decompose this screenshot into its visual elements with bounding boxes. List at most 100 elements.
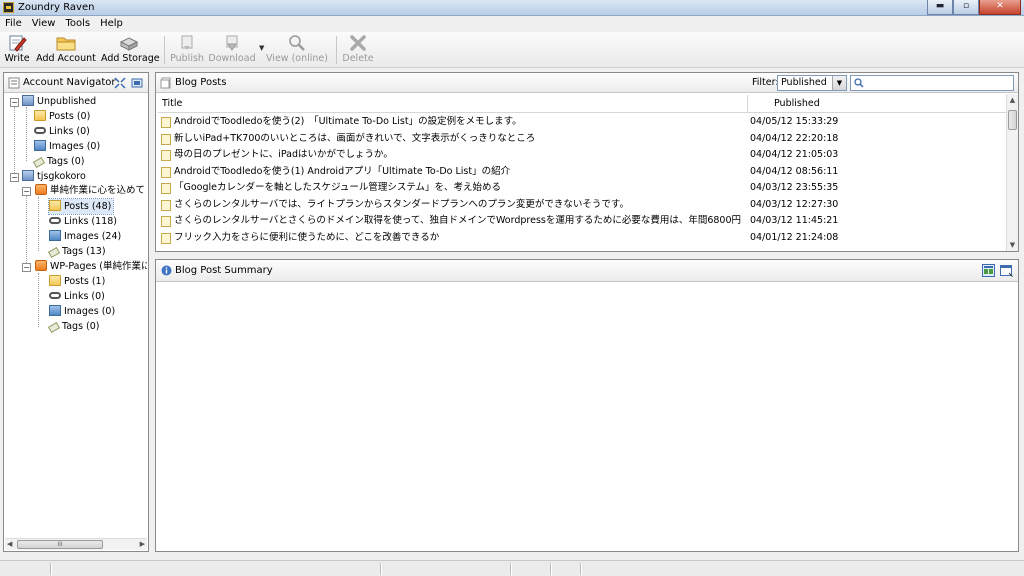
tree-item-blog-2-posts[interactable]: Posts (1) [49,274,105,289]
tag-icon [32,156,46,169]
menu-view[interactable]: View [27,16,61,32]
scroll-right-arrow[interactable]: ▶ [140,540,145,548]
scroll-down-arrow[interactable]: ▼ [1007,241,1018,249]
tree-item-blog-2-tags[interactable]: Tags (0) [47,319,100,334]
post-row[interactable]: 「Googleカレンダーを軸としたスケジュール管理システム」を、考え始める 04… [158,180,1004,197]
tag-icon [47,246,61,259]
search-input[interactable] [850,75,1014,91]
menu-help[interactable]: Help [95,16,128,32]
download-button[interactable]: Download [208,34,256,66]
detach-window-icon[interactable] [1000,264,1013,277]
scroll-thumb[interactable]: III [17,540,103,549]
view-online-button[interactable]: View (online) [266,34,328,66]
expander-blog-1[interactable]: − [22,187,31,196]
summary-header: Blog Post Summary [156,260,1018,282]
link-icon [34,127,46,134]
status-divider [550,563,552,575]
tree-item-account[interactable]: tjsgkokoro [22,169,86,184]
window-title: Zoundry Raven [18,2,95,13]
tree-line [38,273,39,327]
tree-item-unpublished-tags[interactable]: Tags (0) [32,154,85,169]
download-icon [226,35,238,51]
toolbar-separator [336,36,337,64]
tree-item-unpublished-links[interactable]: Links (0) [34,124,90,139]
tree-item-blog-2-links[interactable]: Links (0) [49,289,105,304]
unpublished-icon [22,95,34,106]
collapse-all-icon[interactable] [114,77,126,89]
add-account-button[interactable]: Add Account [35,34,97,66]
blog-posts-icon [160,77,171,89]
tree-item-blog-1-posts[interactable]: Posts (48) [47,198,115,215]
status-divider [510,563,512,575]
publish-button[interactable]: Publish [170,34,204,66]
link-icon [49,217,61,224]
post-row[interactable]: フリック入力をさらに便利に使うために、どこを改善できるか 04/01/12 21… [158,230,1004,247]
minimize-button[interactable]: ▬ [927,0,953,15]
filter-label: Filter: [752,77,779,88]
blog-posts-panel: Blog Posts Filter: Published ▼ Title Pub… [155,72,1019,252]
preview-layout-icon[interactable] [982,264,995,277]
download-dropdown-arrow[interactable]: ▼ [259,44,264,52]
blog-posts-header: Blog Posts Filter: Published ▼ [156,73,1018,93]
publish-icon [181,35,193,50]
post-icon [161,166,171,178]
status-divider [50,563,52,575]
app-icon [3,2,14,13]
image-icon [49,305,61,316]
posts-folder-icon [49,200,61,211]
close-button[interactable]: ✕ [979,0,1021,15]
tree-item-blog-1[interactable]: 単純作業に心を込めて [35,183,145,198]
navigator-title: Account Navigator [23,77,116,88]
account-navigator-panel: Account Navigator − Unpublished Posts (0… [3,72,149,552]
expander-account[interactable]: − [10,173,19,182]
add-storage-button[interactable]: Add Storage [101,34,160,66]
image-icon [49,230,61,241]
post-row[interactable]: AndroidでToodledoを使う(2) 「Ultimate To-Do L… [158,114,1004,131]
tree-item-blog-2[interactable]: WP-Pages (単純作業に [35,259,147,274]
navigator-hscrollbar[interactable]: ◀ III ▶ [5,538,147,550]
post-row[interactable]: さくらのレンタルサーバとさくらのドメイン取得を使って、独自ドメインでWordpr… [158,213,1004,230]
post-row[interactable]: AndroidでToodledoを使う(1) Androidアプリ「Ultima… [158,164,1004,181]
tree-item-unpublished-images[interactable]: Images (0) [34,139,100,154]
status-bar [0,560,1024,576]
post-row[interactable]: 母の日のプレゼントに、iPadはいかがでしょうか。 04/04/12 21:05… [158,147,1004,164]
post-row[interactable]: さくらのレンタルサーバでは、ライトプランからスタンダードプランへのプラン変更がで… [158,197,1004,214]
expander-blog-2[interactable]: − [22,263,31,272]
scroll-thumb[interactable] [1008,110,1017,130]
post-icon [161,150,171,161]
filter-dropdown[interactable]: Published ▼ [777,75,847,91]
toolbar-separator [164,36,165,64]
tree-item-blog-2-images[interactable]: Images (0) [49,304,115,319]
scroll-left-arrow[interactable]: ◀ [7,540,12,548]
delete-button[interactable]: Delete [342,34,374,66]
scroll-up-arrow[interactable]: ▲ [1007,96,1018,104]
tree-line [26,107,27,161]
title-bar: Zoundry Raven ▬ ▫ ✕ [0,0,1024,16]
post-icon [161,232,171,244]
post-icon [161,117,171,128]
expander-unpublished[interactable]: − [10,98,19,107]
maximize-button[interactable]: ▫ [953,0,979,15]
menu-bar: File View Tools Help [0,16,1024,32]
tree-item-blog-1-images[interactable]: Images (24) [49,229,121,244]
toolbar: Write Add Account Add Storage Publish Do… [0,32,1024,68]
tree-item-blog-1-links[interactable]: Links (118) [49,214,117,229]
image-icon [34,140,46,151]
posts-vscrollbar[interactable]: ▲ ▼ [1006,94,1018,251]
post-row[interactable]: 新しいiPad+TK700のいいところは、画面がきれいで、文字表示がくっきりなと… [158,131,1004,148]
navigator-header: Account Navigator [4,73,148,93]
menu-file[interactable]: File [0,16,27,32]
tree-item-blog-1-tags[interactable]: Tags (13) [47,244,106,259]
menu-tools[interactable]: Tools [60,16,95,32]
account-icon [22,170,34,181]
view-options-icon[interactable] [131,77,143,89]
column-header-published[interactable]: Published [748,95,1006,113]
delete-icon [350,35,366,51]
post-icon [161,216,171,227]
tree-item-unpublished[interactable]: Unpublished [22,94,96,109]
rss-icon [35,184,47,195]
post-icon [161,183,171,194]
write-button[interactable]: Write [3,34,31,66]
column-header-title[interactable]: Title [158,95,748,113]
tree-item-unpublished-posts[interactable]: Posts (0) [34,109,90,124]
